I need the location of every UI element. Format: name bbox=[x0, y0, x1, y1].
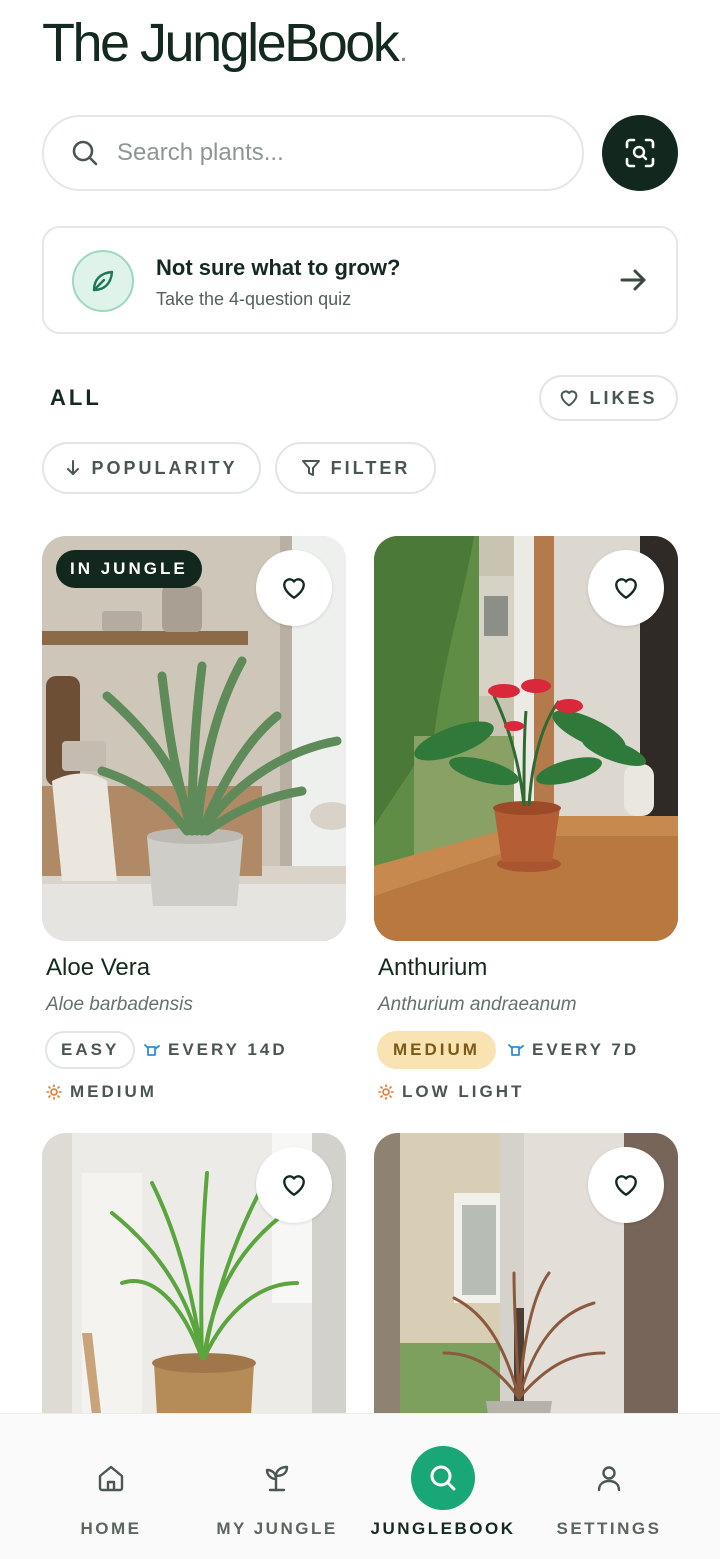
arrow-down-icon bbox=[67, 460, 80, 475]
nav-item-junglebook[interactable]: JUNGLEBOOK bbox=[353, 1414, 533, 1559]
plant-card-anthurium[interactable]: Anthurium Anthurium andraeanum MEDIUM EV… bbox=[374, 536, 678, 1101]
heart-icon bbox=[561, 390, 578, 407]
app-screen: The JungleBook. Not sure what to grow? T… bbox=[0, 0, 720, 1559]
heart-icon bbox=[615, 578, 637, 599]
search-bar[interactable] bbox=[42, 115, 584, 191]
arrow-right-icon bbox=[620, 269, 646, 291]
search-icon bbox=[72, 140, 98, 166]
watering-info: EVERY 7D bbox=[508, 1040, 639, 1060]
favorite-button[interactable] bbox=[588, 550, 664, 626]
search-input[interactable] bbox=[117, 139, 537, 167]
filter-icon bbox=[301, 460, 320, 476]
likes-label: LIKES bbox=[589, 387, 658, 408]
light-info: LOW LIGHT bbox=[378, 1082, 524, 1102]
sort-label: POPULARITY bbox=[91, 457, 238, 478]
light-requirement: LOW LIGHT bbox=[402, 1082, 525, 1101]
difficulty-badge: MEDIUM bbox=[377, 1031, 496, 1069]
plant-photo-anthurium bbox=[374, 536, 678, 941]
quiz-subtitle: Take the 4-question quiz bbox=[156, 289, 352, 309]
scan-icon bbox=[625, 138, 655, 168]
sun-icon bbox=[46, 1084, 62, 1100]
plant-card-aloe-vera[interactable]: IN JUNGLE Aloe Vera Aloe barbadensis EAS… bbox=[42, 536, 346, 1101]
filter-label: FILTER bbox=[330, 457, 411, 478]
watering-can-icon bbox=[508, 1044, 524, 1056]
user-icon bbox=[577, 1446, 641, 1510]
heart-icon bbox=[283, 1175, 305, 1196]
favorite-button[interactable] bbox=[588, 1147, 664, 1223]
app-title-text: The JungleBook bbox=[42, 13, 400, 73]
plant-name: Aloe Vera bbox=[46, 954, 151, 981]
likes-filter-button[interactable]: LIKES bbox=[539, 375, 678, 421]
in-jungle-badge: IN JUNGLE bbox=[56, 550, 202, 588]
plant-latin-name: Anthurium andraeanum bbox=[378, 994, 577, 1015]
section-heading-all: ALL bbox=[50, 385, 102, 410]
sprout-icon bbox=[245, 1446, 309, 1510]
watering-frequency: EVERY 7D bbox=[532, 1040, 640, 1059]
light-info: MEDIUM bbox=[46, 1082, 157, 1102]
filter-button[interactable]: FILTER bbox=[275, 442, 436, 494]
plant-name: Anthurium bbox=[378, 954, 488, 981]
favorite-button[interactable] bbox=[256, 550, 332, 626]
app-title: The JungleBook. bbox=[42, 10, 408, 85]
bottom-navigation: HOME MY JUNGLE JUNGLEBOOK SETTINGS bbox=[0, 1413, 720, 1559]
quiz-title: Not sure what to grow? bbox=[156, 255, 401, 280]
plant-latin-name: Aloe barbadensis bbox=[46, 994, 193, 1015]
plant-quiz-card[interactable]: Not sure what to grow? Take the 4-questi… bbox=[42, 226, 678, 334]
watering-frequency: EVERY 14D bbox=[168, 1040, 288, 1059]
search-icon bbox=[411, 1446, 475, 1510]
nav-item-home[interactable]: HOME bbox=[21, 1414, 201, 1559]
heart-icon bbox=[283, 578, 305, 599]
sun-icon bbox=[378, 1084, 394, 1100]
leaf-icon bbox=[92, 270, 114, 292]
plant-photo-aloe-vera: IN JUNGLE bbox=[42, 536, 346, 941]
light-requirement: MEDIUM bbox=[70, 1082, 157, 1101]
nav-item-my-jungle[interactable]: MY JUNGLE bbox=[187, 1414, 367, 1559]
difficulty-badge: EASY bbox=[45, 1031, 136, 1069]
nav-label-my-jungle: MY JUNGLE bbox=[216, 1519, 338, 1538]
nav-label-home: HOME bbox=[80, 1519, 142, 1538]
home-icon bbox=[79, 1446, 143, 1510]
nav-label-junglebook: JUNGLEBOOK bbox=[370, 1519, 516, 1538]
watering-can-icon bbox=[144, 1044, 160, 1056]
scan-plant-button[interactable] bbox=[602, 115, 678, 191]
heart-icon bbox=[615, 1175, 637, 1196]
leaf-icon-badge bbox=[72, 250, 134, 312]
favorite-button[interactable] bbox=[256, 1147, 332, 1223]
nav-label-settings: SETTINGS bbox=[556, 1519, 662, 1538]
watering-info: EVERY 14D bbox=[144, 1040, 288, 1060]
nav-item-settings[interactable]: SETTINGS bbox=[519, 1414, 699, 1559]
app-title-dot: . bbox=[399, 35, 408, 68]
sort-popularity-button[interactable]: POPULARITY bbox=[42, 442, 261, 494]
